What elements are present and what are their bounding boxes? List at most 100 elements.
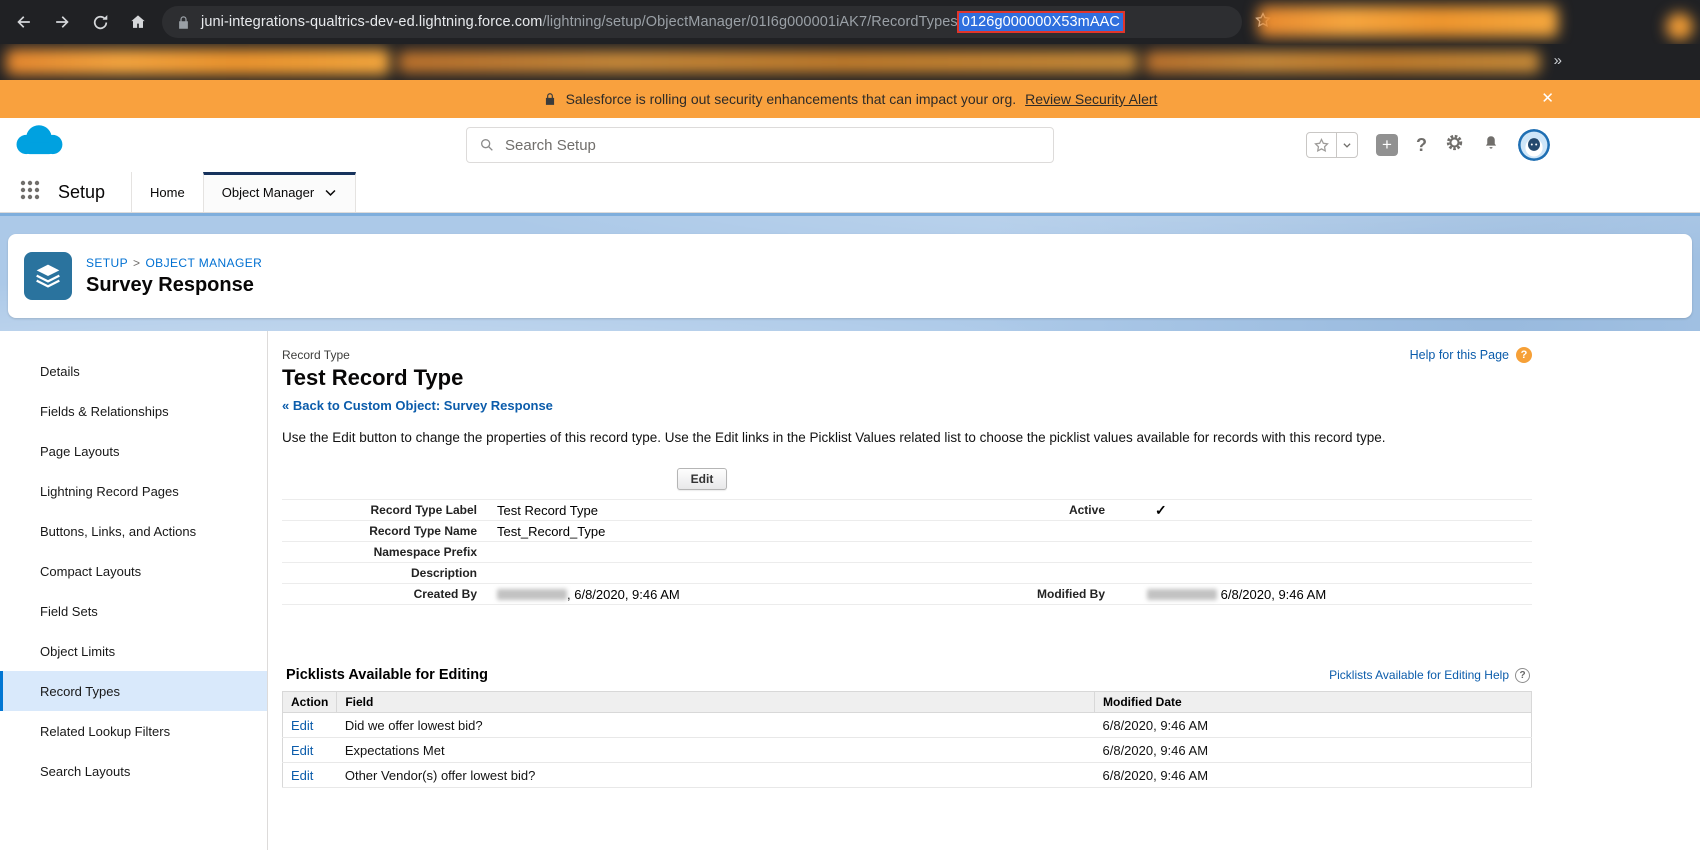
sidebar-item-field-sets[interactable]: Field Sets	[0, 591, 267, 631]
setup-nav: Setup Home Object Manager	[0, 172, 1700, 213]
redacted-bookmarks-blur	[6, 49, 390, 75]
sidebar-item-lightning-record-pages[interactable]: Lightning Record Pages	[0, 471, 267, 511]
banner-close-button[interactable]: ✕	[1541, 89, 1554, 107]
setup-gear-button[interactable]	[1445, 133, 1464, 157]
caret-down-icon	[1342, 140, 1352, 150]
active-checkmark: ✓	[1125, 502, 1532, 519]
sidebar-item-object-limits[interactable]: Object Limits	[0, 631, 267, 671]
back-button[interactable]	[12, 10, 36, 34]
plus-icon: +	[1382, 135, 1392, 155]
back-icon	[14, 12, 34, 32]
help-icon[interactable]: ?	[1516, 347, 1532, 363]
edit-link[interactable]: Edit	[291, 768, 313, 783]
modified-date: 6/8/2020, 9:46 AM	[1095, 713, 1532, 738]
detail-label: Record Type Label	[282, 503, 497, 517]
salesforce-logo	[8, 121, 72, 171]
modified-date: 6/8/2020, 9:46 AM	[1095, 763, 1532, 788]
sidebar-item-compact-layouts[interactable]: Compact Layouts	[0, 551, 267, 591]
edit-button[interactable]: Edit	[677, 468, 728, 490]
redacted-bookmarks-blur	[1145, 51, 1540, 73]
field-name: Expectations Met	[337, 738, 1095, 763]
redacted-username	[1147, 589, 1217, 600]
tab-home-label: Home	[150, 185, 185, 200]
lock-icon	[543, 92, 557, 106]
page-title: Survey Response	[86, 274, 262, 297]
picklists-help-link[interactable]: Picklists Available for Editing Help	[1329, 668, 1509, 682]
detail-row: Namespace Prefix	[282, 542, 1532, 563]
detail-label: Namespace Prefix	[282, 545, 497, 559]
field-name: Other Vendor(s) offer lowest bid?	[337, 763, 1095, 788]
object-manager-sidebar: Details Fields & Relationships Page Layo…	[0, 331, 268, 850]
breadcrumb: SETUP > OBJECT MANAGER	[86, 256, 262, 270]
help-button[interactable]: ?	[1416, 135, 1427, 156]
breadcrumb-separator: >	[133, 256, 140, 270]
back-to-object-link[interactable]: « Back to Custom Object: Survey Response	[282, 398, 553, 413]
detail-value: 6/8/2020, 9:46 AM	[1125, 587, 1532, 602]
bookmarks-bar: »	[0, 44, 1700, 80]
search-icon	[479, 137, 495, 153]
setup-search-input[interactable]	[505, 137, 1041, 154]
sidebar-item-fields-relationships[interactable]: Fields & Relationships	[0, 391, 267, 431]
app-launcher-button[interactable]	[18, 178, 42, 207]
edit-link[interactable]: Edit	[291, 743, 313, 758]
table-row: Edit Expectations Met 6/8/2020, 9:46 AM	[283, 738, 1532, 763]
breadcrumb-object-manager-link[interactable]: OBJECT MANAGER	[145, 256, 262, 270]
lock-icon	[176, 15, 191, 30]
sidebar-item-buttons-links-actions[interactable]: Buttons, Links, and Actions	[0, 511, 267, 551]
reload-button[interactable]	[88, 10, 112, 34]
detail-row: Description	[282, 563, 1532, 584]
redacted-tabs-blur	[1258, 6, 1558, 37]
record-type-details: Record Type Label Test Record Type Activ…	[282, 499, 1532, 605]
detail-label: Active	[1037, 503, 1125, 517]
address-bar[interactable]: juni-integrations-qualtrics-dev-ed.light…	[162, 6, 1242, 38]
notifications-bell-button[interactable]	[1482, 134, 1500, 157]
sidebar-item-page-layouts[interactable]: Page Layouts	[0, 431, 267, 471]
sidebar-item-related-lookup-filters[interactable]: Related Lookup Filters	[0, 711, 267, 751]
redacted-bookmarks-blur	[398, 51, 1138, 73]
object-header-region: SETUP > OBJECT MANAGER Survey Response	[0, 213, 1700, 331]
column-header-modified-date: Modified Date	[1095, 692, 1532, 713]
eyebrow-label: Record Type	[282, 348, 350, 362]
global-actions-button[interactable]: +	[1376, 134, 1398, 156]
home-button[interactable]	[126, 10, 150, 34]
field-name: Did we offer lowest bid?	[337, 713, 1095, 738]
tab-object-manager[interactable]: Object Manager	[203, 172, 357, 212]
table-row: Edit Did we offer lowest bid? 6/8/2020, …	[283, 713, 1532, 738]
detail-label: Modified By	[1037, 587, 1125, 601]
intro-text: Use the Edit button to change the proper…	[282, 430, 1532, 445]
setup-search-box	[466, 127, 1054, 163]
review-security-alert-link[interactable]: Review Security Alert	[1025, 91, 1157, 107]
tab-object-manager-label: Object Manager	[222, 185, 315, 200]
tab-home[interactable]: Home	[131, 172, 203, 212]
column-header-field: Field	[337, 692, 1095, 713]
detail-label: Record Type Name	[282, 524, 497, 538]
record-type-title: Test Record Type	[282, 365, 1532, 391]
bookmarks-overflow-chevron[interactable]: »	[1554, 52, 1562, 69]
home-icon	[128, 12, 148, 32]
url-highlighted-id: 0126g000000X53mAAC	[959, 13, 1123, 31]
object-header-card: SETUP > OBJECT MANAGER Survey Response	[8, 234, 1692, 318]
gear-icon	[1445, 133, 1464, 152]
help-for-this-page-link[interactable]: Help for this Page	[1410, 348, 1509, 362]
help-circle-icon[interactable]: ?	[1515, 668, 1530, 683]
sidebar-item-details[interactable]: Details	[0, 351, 267, 391]
reload-icon	[91, 13, 110, 32]
detail-label: Created By	[282, 587, 497, 601]
picklists-table: Action Field Modified Date Edit Did we o…	[282, 691, 1532, 788]
object-icon	[24, 252, 72, 300]
column-header-action: Action	[283, 692, 337, 713]
user-avatar[interactable]	[1518, 129, 1550, 161]
edit-link[interactable]: Edit	[291, 718, 313, 733]
browser-profile-blur	[1666, 13, 1693, 40]
sidebar-item-record-types[interactable]: Record Types	[0, 671, 267, 711]
table-row: Edit Other Vendor(s) offer lowest bid? 6…	[283, 763, 1532, 788]
forward-button[interactable]	[50, 10, 74, 34]
sidebar-item-search-layouts[interactable]: Search Layouts	[0, 751, 267, 791]
favorites-star-button[interactable]	[1307, 137, 1336, 154]
breadcrumb-setup-link[interactable]: SETUP	[86, 256, 128, 270]
star-icon	[1313, 137, 1330, 154]
layers-icon	[32, 260, 64, 292]
browser-toolbar: juni-integrations-qualtrics-dev-ed.light…	[0, 0, 1700, 44]
favorites-caret-button[interactable]	[1336, 133, 1357, 157]
redacted-username	[497, 589, 567, 600]
